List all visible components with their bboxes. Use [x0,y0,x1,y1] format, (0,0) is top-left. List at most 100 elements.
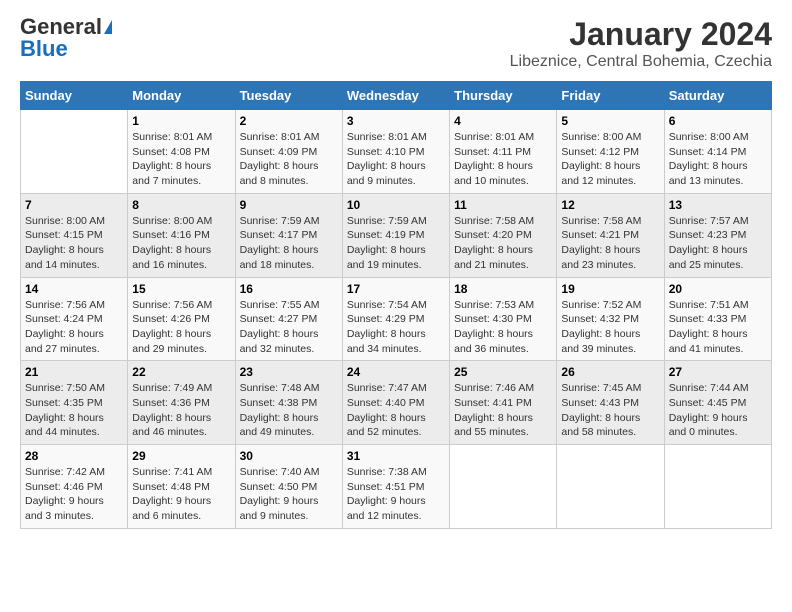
day-info: Sunrise: 7:38 AMSunset: 4:51 PMDaylight:… [347,465,445,524]
calendar-cell: 26Sunrise: 7:45 AMSunset: 4:43 PMDayligh… [557,361,664,445]
day-info: Sunrise: 7:51 AMSunset: 4:33 PMDaylight:… [669,298,767,357]
calendar-cell: 23 Sunrise: 7:48 AMSunset: 4:38 PMDayligh… [235,361,342,445]
day-info: Sunrise: 8:00 AMSunset: 4:16 PMDaylight:… [132,214,230,273]
day-number: 10 [347,198,445,212]
calendar-cell: 24Sunrise: 7:47 AMSunset: 4:40 PMDayligh… [342,361,449,445]
day-number: 1 [132,114,230,128]
calendar-week-row: 21Sunrise: 7:50 AMSunset: 4:35 PMDayligh… [21,361,772,445]
day-number: 14 [25,282,123,296]
calendar-week-row: 7Sunrise: 8:00 AMSunset: 4:15 PMDaylight… [21,193,772,277]
calendar-cell: 18 Sunrise: 7:53 AMSunset: 4:30 PMDayligh… [450,277,557,361]
calendar-cell: 14Sunrise: 7:56 AMSunset: 4:24 PMDayligh… [21,277,128,361]
logo-general-text: General [20,16,102,38]
day-header-sunday: Sunday [21,82,128,110]
day-info: Sunrise: 7:58 AMSunset: 4:21 PMDaylight:… [561,214,659,273]
day-header-thursday: Thursday [450,82,557,110]
day-header-monday: Monday [128,82,235,110]
day-info: Sunrise: 8:01 AMSunset: 4:11 PMDaylight:… [454,130,552,189]
title-section: January 2024 Libeznice, Central Bohemia,… [510,16,772,71]
calendar-cell: 31 Sunrise: 7:38 AMSunset: 4:51 PMDayligh… [342,445,449,529]
day-info: Sunrise: 8:00 AMSunset: 4:14 PMDaylight:… [669,130,767,189]
calendar-cell: 27Sunrise: 7:44 AMSunset: 4:45 PMDayligh… [664,361,771,445]
day-number: 12 [561,198,659,212]
day-number: 28 [25,449,123,463]
day-number: 22 [132,365,230,379]
logo: General Blue [20,16,112,60]
day-info: Sunrise: 7:47 AMSunset: 4:40 PMDaylight:… [347,381,445,440]
day-info: Sunrise: 7:59 AMSunset: 4:19 PMDaylight:… [347,214,445,273]
calendar-week-row: 28Sunrise: 7:42 AMSunset: 4:46 PMDayligh… [21,445,772,529]
day-info: Sunrise: 7:50 AMSunset: 4:35 PMDaylight:… [25,381,123,440]
calendar-cell: 28Sunrise: 7:42 AMSunset: 4:46 PMDayligh… [21,445,128,529]
day-number: 15 [132,282,230,296]
calendar-cell [450,445,557,529]
day-number: 13 [669,198,767,212]
calendar-cell: 5 Sunrise: 8:00 AMSunset: 4:12 PMDaylight… [557,110,664,194]
calendar-cell: 7Sunrise: 8:00 AMSunset: 4:15 PMDaylight… [21,193,128,277]
calendar-cell [21,110,128,194]
day-info: Sunrise: 8:01 AMSunset: 4:09 PMDaylight:… [240,130,338,189]
day-number: 9 [240,198,338,212]
day-number: 18 [454,282,552,296]
day-number: 3 [347,114,445,128]
calendar-cell: 12 Sunrise: 7:58 AMSunset: 4:21 PMDayligh… [557,193,664,277]
day-info: Sunrise: 7:52 AMSunset: 4:32 PMDaylight:… [561,298,659,357]
calendar-header: SundayMondayTuesdayWednesdayThursdayFrid… [21,82,772,110]
day-info: Sunrise: 7:40 AMSunset: 4:50 PMDaylight:… [240,465,338,524]
calendar-cell: 17Sunrise: 7:54 AMSunset: 4:29 PMDayligh… [342,277,449,361]
calendar-cell: 6 Sunrise: 8:00 AMSunset: 4:14 PMDaylight… [664,110,771,194]
day-number: 23 [240,365,338,379]
day-info: Sunrise: 7:55 AMSunset: 4:27 PMDaylight:… [240,298,338,357]
day-number: 17 [347,282,445,296]
day-number: 30 [240,449,338,463]
day-number: 11 [454,198,552,212]
day-header-wednesday: Wednesday [342,82,449,110]
day-info: Sunrise: 8:01 AMSunset: 4:10 PMDaylight:… [347,130,445,189]
day-number: 5 [561,114,659,128]
day-number: 31 [347,449,445,463]
calendar-cell: 16Sunrise: 7:55 AMSunset: 4:27 PMDayligh… [235,277,342,361]
calendar-cell: 29Sunrise: 7:41 AMSunset: 4:48 PMDayligh… [128,445,235,529]
day-number: 6 [669,114,767,128]
day-number: 26 [561,365,659,379]
day-info: Sunrise: 7:49 AMSunset: 4:36 PMDaylight:… [132,381,230,440]
day-header-saturday: Saturday [664,82,771,110]
day-info: Sunrise: 7:58 AMSunset: 4:20 PMDaylight:… [454,214,552,273]
calendar-cell [664,445,771,529]
day-number: 19 [561,282,659,296]
day-number: 7 [25,198,123,212]
day-info: Sunrise: 7:59 AMSunset: 4:17 PMDaylight:… [240,214,338,273]
calendar-cell: 9 Sunrise: 7:59 AMSunset: 4:17 PMDaylight… [235,193,342,277]
calendar-cell: 20Sunrise: 7:51 AMSunset: 4:33 PMDayligh… [664,277,771,361]
day-header-tuesday: Tuesday [235,82,342,110]
day-info: Sunrise: 7:56 AMSunset: 4:26 PMDaylight:… [132,298,230,357]
day-info: Sunrise: 7:46 AMSunset: 4:41 PMDaylight:… [454,381,552,440]
logo-triangle-icon [104,20,112,34]
calendar-cell: 8 Sunrise: 8:00 AMSunset: 4:16 PMDaylight… [128,193,235,277]
calendar-cell: 2 Sunrise: 8:01 AMSunset: 4:09 PMDaylight… [235,110,342,194]
day-info: Sunrise: 7:48 AMSunset: 4:38 PMDaylight:… [240,381,338,440]
day-number: 29 [132,449,230,463]
calendar-cell: 11 Sunrise: 7:58 AMSunset: 4:20 PMDayligh… [450,193,557,277]
day-number: 4 [454,114,552,128]
calendar-cell: 3 Sunrise: 8:01 AMSunset: 4:10 PMDaylight… [342,110,449,194]
calendar-cell [557,445,664,529]
day-header-friday: Friday [557,82,664,110]
calendar-body: 1 Sunrise: 8:01 AMSunset: 4:08 PMDaylight… [21,110,772,529]
calendar-cell: 25Sunrise: 7:46 AMSunset: 4:41 PMDayligh… [450,361,557,445]
page-header: General Blue January 2024 Libeznice, Cen… [20,16,772,71]
day-number: 2 [240,114,338,128]
day-info: Sunrise: 8:00 AMSunset: 4:12 PMDaylight:… [561,130,659,189]
calendar-cell: 21Sunrise: 7:50 AMSunset: 4:35 PMDayligh… [21,361,128,445]
calendar-cell: 10 Sunrise: 7:59 AMSunset: 4:19 PMDayligh… [342,193,449,277]
day-info: Sunrise: 7:53 AMSunset: 4:30 PMDaylight:… [454,298,552,357]
day-number: 8 [132,198,230,212]
calendar-cell: 19 Sunrise: 7:52 AMSunset: 4:32 PMDayligh… [557,277,664,361]
day-info: Sunrise: 8:01 AMSunset: 4:08 PMDaylight:… [132,130,230,189]
calendar-cell: 13 Sunrise: 7:57 AMSunset: 4:23 PMDayligh… [664,193,771,277]
calendar-cell: 15 Sunrise: 7:56 AMSunset: 4:26 PMDayligh… [128,277,235,361]
calendar-cell: 4 Sunrise: 8:01 AMSunset: 4:11 PMDaylight… [450,110,557,194]
day-number: 27 [669,365,767,379]
day-info: Sunrise: 7:57 AMSunset: 4:23 PMDaylight:… [669,214,767,273]
calendar-cell: 22 Sunrise: 7:49 AMSunset: 4:36 PMDayligh… [128,361,235,445]
